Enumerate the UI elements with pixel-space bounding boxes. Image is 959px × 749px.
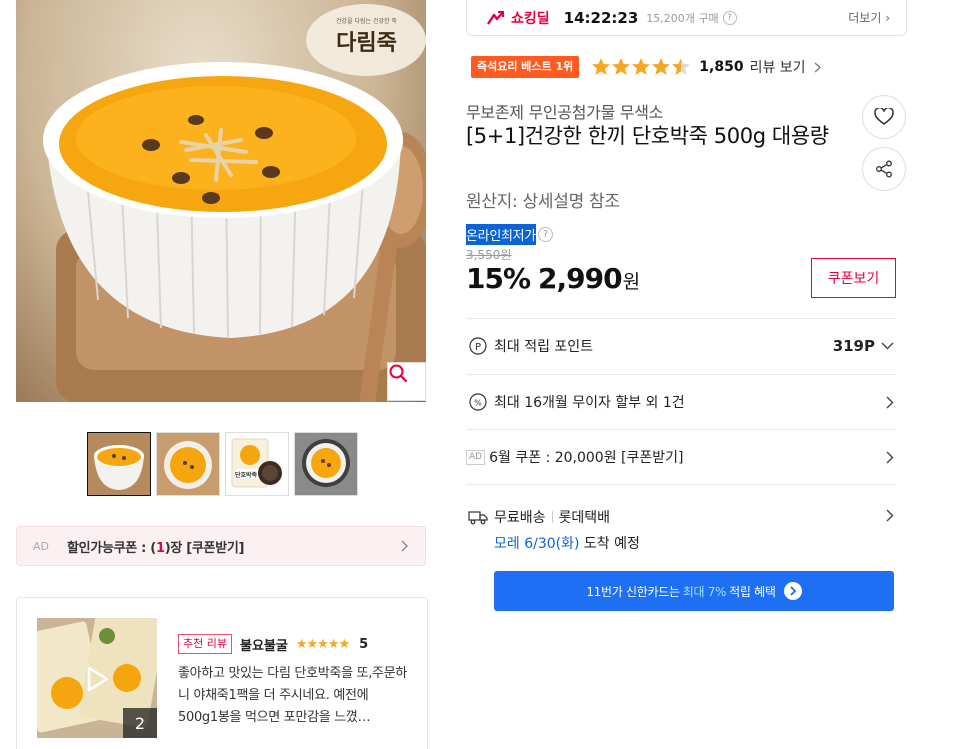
truck-icon — [468, 511, 488, 525]
ad-tag: AD — [466, 449, 486, 465]
chevron-down-icon — [881, 342, 894, 350]
shocking-deal-label: 쇼킹딜 — [511, 10, 550, 27]
shocking-deal-bar: 쇼킹딜 14:22:23 15,200개 구매 ? 더보기 › — [466, 0, 907, 36]
max-points-label: 최대 적립 포인트 — [494, 339, 594, 355]
review-username: 불요불굴 — [239, 638, 288, 654]
review-count[interactable]: 1,850 — [699, 59, 743, 75]
share-icon — [876, 160, 892, 178]
price-unit: 원 — [622, 271, 641, 293]
deal-timer: 14:22:23 — [563, 8, 639, 27]
best-badge[interactable]: 즉석요리 베스트 1위 — [471, 56, 580, 78]
review-score: 5 — [359, 636, 369, 652]
help-icon[interactable]: ? — [537, 227, 553, 242]
chevron-right-icon — [886, 509, 894, 522]
review-header: 추천 리뷰 불요불굴 ★★★★★ 5 — [178, 634, 368, 654]
rating-row: 즉석요리 베스트 1위 1,850 리뷰 보기 — [471, 56, 821, 78]
coupon-bar-text: 할인가능쿠폰 : (1)장 [쿠폰받기] — [67, 540, 245, 556]
deal-more-link[interactable]: 더보기 › — [848, 9, 890, 26]
max-points-value: 319P — [832, 337, 875, 355]
carrier-label: 롯데택배 — [558, 510, 611, 526]
origin-text: 원산지: 상세설명 참조 — [466, 192, 620, 212]
divider — [551, 511, 553, 523]
review-text: 좋아하고 맛있는 다림 단호박죽을 또,주문하니 야채죽1팩을 더 주시네요. … — [178, 666, 408, 725]
chevron-right-icon — [886, 396, 894, 408]
thumbnail-3[interactable]: 단호박죽 — [225, 432, 289, 496]
purchase-count: 15,200개 구매 — [646, 11, 719, 25]
star-rating-icon — [592, 58, 691, 75]
discount-coupon-bar[interactable]: AD 할인가능쿠폰 : (1)장 [쿠폰받기] — [16, 526, 426, 566]
point-icon: P — [468, 336, 488, 356]
share-button[interactable] — [862, 147, 906, 191]
heart-icon — [874, 108, 894, 125]
zoom-button[interactable] — [387, 362, 426, 401]
ad-tag: AD — [33, 539, 49, 553]
discount-rate: 15% — [466, 262, 531, 295]
sale-price: 2,990 — [538, 262, 623, 295]
brand-logo: 건강을 다림는 건강한 죽 다림죽 — [336, 18, 397, 56]
arrival-date: 모레 6/30(화) — [494, 536, 580, 552]
shipping-info: 무료배송 롯데택배 — [468, 507, 610, 527]
arrival-estimate: 모레 6/30(화) 도착 예정 — [494, 533, 640, 553]
arrow-right-icon — [783, 582, 802, 600]
chevron-right-icon — [814, 62, 821, 72]
chevron-right-icon — [401, 540, 408, 552]
ad-coupon-label: 6월 쿠폰 : 20,000원 [쿠폰받기] — [489, 450, 684, 466]
max-points-row[interactable]: P 최대 적립 포인트 319P — [466, 318, 896, 373]
product-title: [5+1]건강한 한끼 단호박죽 500g 대용량 — [466, 124, 829, 148]
wishlist-button[interactable] — [862, 95, 906, 139]
review-image-count: 2 — [123, 708, 157, 738]
svg-text:P: P — [475, 342, 481, 353]
thumbnail-4[interactable] — [294, 432, 358, 496]
shocking-deal-icon — [487, 10, 504, 25]
product-main-image[interactable]: 건강을 다림는 건강한 죽 다림죽 — [16, 0, 426, 402]
original-price: 3,550원 — [466, 248, 512, 262]
svg-text:%: % — [474, 399, 482, 408]
chevron-right-icon — [886, 451, 894, 463]
play-icon[interactable] — [87, 666, 109, 692]
recommended-review-card[interactable]: 2 추천 리뷰 불요불굴 ★★★★★ 5 좋아하고 맛있는 다림 단호박죽을 또… — [16, 597, 428, 749]
shinhan-card-banner[interactable]: 11번가 신한카드는 최대 7% 적립 혜택 — [494, 571, 894, 611]
magnifier-icon — [389, 364, 408, 383]
product-tagline: 무보존제 무인공첨가물 무색소 — [466, 103, 664, 122]
free-shipping-label: 무료배송 — [494, 510, 546, 526]
coupon-view-button[interactable]: 쿠폰보기 — [811, 258, 896, 298]
ad-coupon-row[interactable]: AD 6월 쿠폰 : 20,000원 [쿠폰받기] — [466, 429, 896, 484]
thumbnail-1[interactable] — [87, 432, 151, 496]
installment-row[interactable]: % 최대 16개월 무이자 할부 외 1건 — [466, 374, 896, 429]
recommended-review-badge: 추천 리뷰 — [178, 634, 232, 654]
shipping-row[interactable]: 무료배송 롯데택배 모레 6/30(화) 도착 예정 — [466, 484, 896, 564]
review-stars: ★★★★★ — [295, 636, 350, 652]
review-link[interactable]: 리뷰 보기 — [750, 57, 806, 77]
thumbnail-2[interactable] — [156, 432, 220, 496]
rating-stars — [591, 57, 691, 77]
thumbnail-strip: 단호박죽 — [87, 432, 358, 496]
percent-icon: % — [468, 392, 488, 412]
review-video-thumbnail[interactable]: 2 — [37, 618, 157, 738]
price-row: 15% 2,990 원 — [466, 262, 640, 295]
lowest-price-label: 온라인최저가 ? — [466, 224, 553, 245]
arrival-label: 도착 예정 — [583, 536, 640, 552]
help-icon[interactable]: ? — [722, 10, 737, 25]
installment-label: 최대 16개월 무이자 할부 외 1건 — [494, 395, 685, 411]
